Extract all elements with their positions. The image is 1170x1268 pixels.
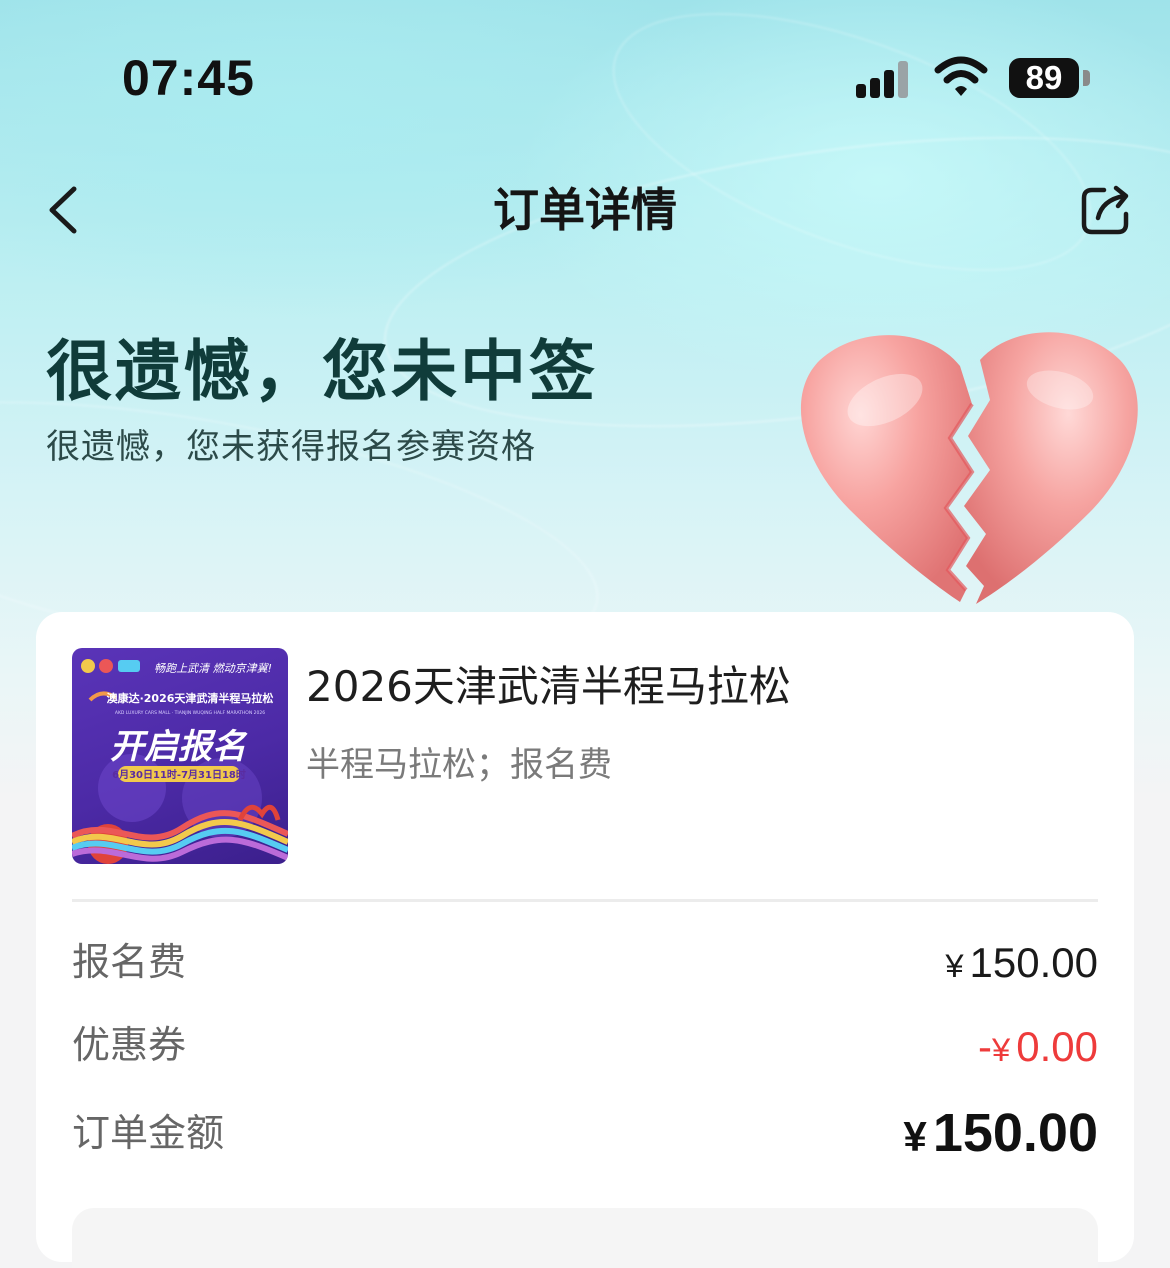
next-section-block xyxy=(72,1208,1098,1268)
poster-sponsor-subtitle: AKD LUXURY CARS MALL · TIANJIN WUQING HA… xyxy=(115,710,265,716)
result-subtitle: 很遗憾，您未获得报名参赛资格 xyxy=(46,427,536,467)
card-divider xyxy=(72,899,1098,902)
battery-tip xyxy=(1083,70,1090,86)
poster-headline: 开启报名 xyxy=(110,727,248,767)
fee-label: 报名费 xyxy=(72,940,187,984)
result-title: 很遗憾，您未中签 xyxy=(46,333,598,410)
event-poster-art: 畅跑上武清 燃动京津冀! 澳康达·2026天津武清半程马拉松 AKD LUXUR… xyxy=(72,659,288,864)
poster-logo-icon xyxy=(118,660,140,672)
fee-amount: ¥150.00 xyxy=(945,939,1098,986)
order-total-amount: ¥150.00 xyxy=(903,1103,1098,1163)
order-total-label: 订单金额 xyxy=(72,1111,225,1155)
poster-logo-icon xyxy=(81,659,95,673)
status-time: 07:45 xyxy=(122,50,255,106)
broken-heart-icon xyxy=(800,332,1138,604)
event-name: 2026天津武清半程马拉松 xyxy=(306,662,791,711)
page-title: 订单详情 xyxy=(493,183,677,237)
share-icon[interactable] xyxy=(1074,178,1140,244)
poster-sponsor-title: 澳康达·2026天津武清半程马拉松 xyxy=(107,691,274,705)
order-card: 畅跑上武清 燃动京津冀! 澳康达·2026天津武清半程马拉松 AKD LUXUR… xyxy=(36,612,1134,1268)
coupon-label: 优惠券 xyxy=(72,1023,187,1067)
battery-indicator: 89 xyxy=(1009,58,1079,98)
coupon-amount: -¥ 0.00 xyxy=(978,1023,1098,1070)
poster-tagline: 畅跑上武清 燃动京津冀! xyxy=(154,662,272,675)
wifi-icon xyxy=(934,56,988,96)
event-description: 半程马拉松；报名费 xyxy=(306,745,612,785)
event-poster-image[interactable]: 畅跑上武清 燃动京津冀! 澳康达·2026天津武清半程马拉松 AKD LUXUR… xyxy=(72,648,288,864)
cellular-signal-icon xyxy=(856,58,916,98)
poster-logo-icon xyxy=(99,659,113,673)
poster-date-range: 6月30日11时-7月31日18时 xyxy=(112,768,246,781)
